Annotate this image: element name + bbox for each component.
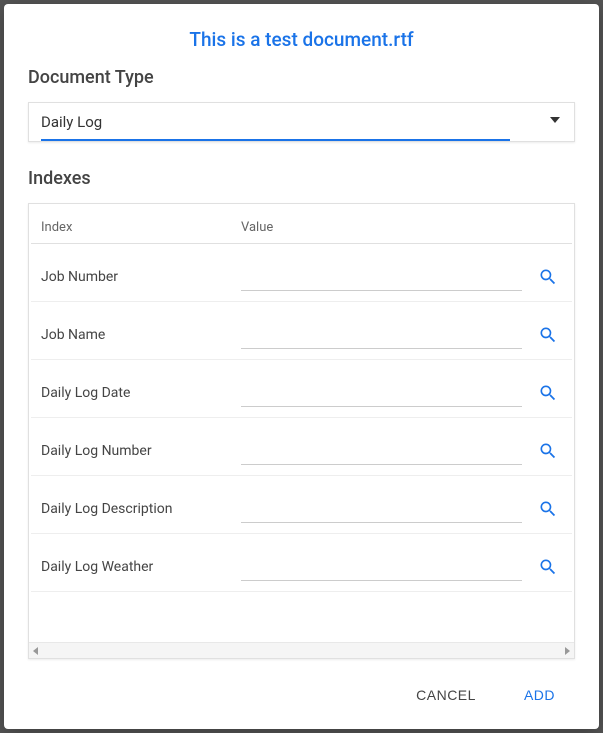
table-row: Daily Log Date	[31, 360, 572, 418]
horizontal-scrollbar[interactable]	[29, 642, 574, 658]
indexes-label: Indexes	[28, 168, 575, 189]
table-row: Job Number	[31, 244, 572, 302]
index-value-input[interactable]	[241, 321, 522, 349]
index-value-input[interactable]	[241, 437, 522, 465]
index-label: Daily Log Description	[41, 501, 241, 517]
search-icon[interactable]	[534, 267, 562, 287]
index-value-input[interactable]	[241, 553, 522, 581]
scroll-right-icon	[565, 647, 570, 655]
search-icon[interactable]	[534, 499, 562, 519]
dialog-actions: CANCEL ADD	[28, 661, 575, 713]
dialog: This is a test document.rtf Document Typ…	[4, 4, 599, 729]
index-label: Job Name	[41, 327, 241, 343]
index-label: Daily Log Weather	[41, 559, 241, 575]
column-header-index: Index	[41, 220, 241, 235]
index-value-input[interactable]	[241, 263, 522, 291]
document-type-label: Document Type	[28, 67, 575, 88]
index-label: Daily Log Number	[41, 443, 241, 459]
add-button[interactable]: ADD	[516, 681, 563, 709]
indexes-scroll-area[interactable]: Index Value Job Number Job Name Daily Lo…	[29, 204, 574, 642]
cancel-button[interactable]: CANCEL	[408, 681, 484, 709]
search-icon[interactable]	[534, 383, 562, 403]
index-label: Job Number	[41, 269, 241, 285]
document-type-selected: Daily Log	[41, 113, 102, 131]
search-icon[interactable]	[534, 441, 562, 461]
table-row: Job Name	[31, 302, 572, 360]
column-header-value: Value	[241, 220, 562, 235]
table-row: Daily Log Weather	[31, 534, 572, 592]
table-header: Index Value	[31, 210, 572, 244]
search-icon[interactable]	[534, 557, 562, 577]
chevron-down-icon	[550, 117, 560, 123]
search-icon[interactable]	[534, 325, 562, 345]
document-title: This is a test document.rtf	[28, 28, 575, 51]
index-label: Daily Log Date	[41, 385, 241, 401]
table-row: Daily Log Number	[31, 418, 572, 476]
indexes-panel: Index Value Job Number Job Name Daily Lo…	[28, 203, 575, 659]
index-value-input[interactable]	[241, 379, 522, 407]
index-value-input[interactable]	[241, 495, 522, 523]
scroll-left-icon	[33, 647, 38, 655]
table-row: Daily Log Description	[31, 476, 572, 534]
document-type-select[interactable]: Daily Log	[28, 102, 575, 142]
